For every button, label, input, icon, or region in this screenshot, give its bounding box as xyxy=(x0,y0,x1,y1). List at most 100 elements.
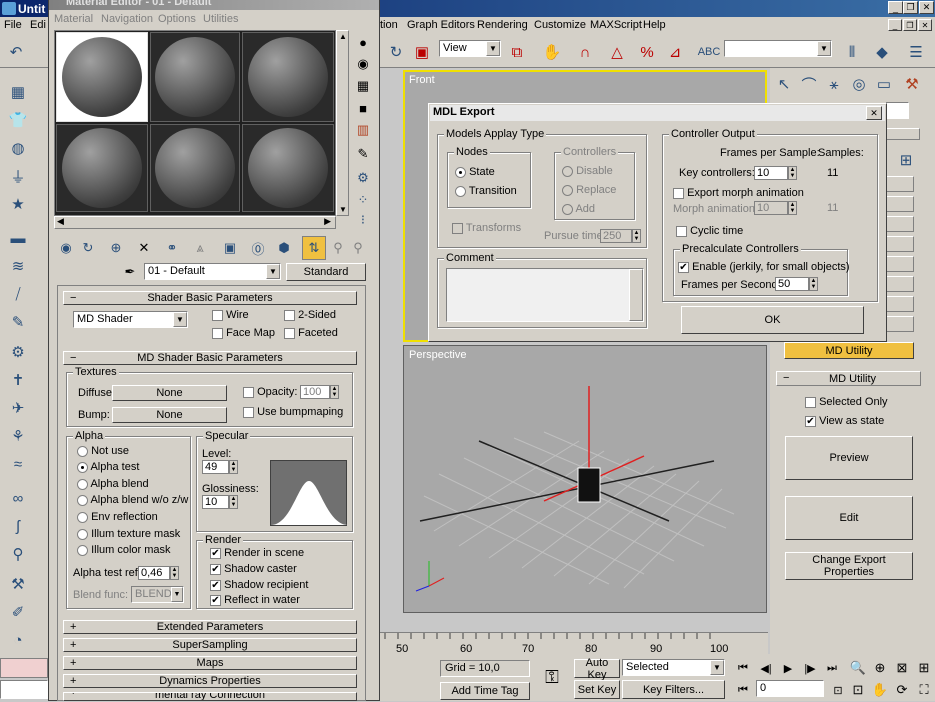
alpha-option-illum-color-mask[interactable]: Illum color mask xyxy=(77,544,171,556)
add-radio[interactable] xyxy=(562,203,573,215)
disable-radio[interactable] xyxy=(562,165,573,177)
put-to-library-icon[interactable]: ⩓ xyxy=(188,236,212,260)
panel-button-slot[interactable] xyxy=(884,276,914,292)
opacity-checkbox[interactable] xyxy=(243,386,254,398)
menu-graph-editors[interactable]: Graph Editors xyxy=(407,19,475,31)
alpha-option-alpha-blend[interactable]: Alpha blend xyxy=(77,478,149,490)
sample-slot[interactable] xyxy=(56,32,148,122)
menu-file[interactable]: File xyxy=(4,19,22,31)
align-icon[interactable]: ◆ xyxy=(870,40,894,64)
alpha-option-not-use[interactable]: Not use xyxy=(77,445,129,457)
options-icon[interactable]: ⚙ xyxy=(351,166,375,190)
panel-field[interactable] xyxy=(886,102,909,119)
current-frame-field[interactable]: 0 xyxy=(756,680,824,697)
go-to-start-icon[interactable]: ⏮ xyxy=(731,656,755,680)
state-radio[interactable] xyxy=(455,166,466,178)
morph-animation-value[interactable]: 10 xyxy=(754,201,788,215)
hierarchy-tab-icon[interactable]: ⚹ xyxy=(822,72,846,96)
bump-map-button[interactable]: None xyxy=(112,407,227,423)
state-option[interactable]: State xyxy=(455,166,495,178)
make-preview-icon[interactable]: ✎ xyxy=(351,142,375,166)
panel-button-slot[interactable] xyxy=(884,316,914,332)
change-export-properties-button[interactable]: Change Export Properties xyxy=(785,552,913,580)
perspective-viewport[interactable] xyxy=(403,345,767,613)
shadow-recipient-checkbox[interactable]: ✔ xyxy=(210,579,221,591)
doc-minimize-button[interactable]: _ xyxy=(888,19,902,31)
spinner-arrows-icon[interactable]: ▲ ▼ xyxy=(788,166,797,180)
view-as-state-checkbox[interactable]: ✔ xyxy=(805,415,816,427)
two-sided-row[interactable]: 2-Sided xyxy=(284,309,336,321)
select-region-icon[interactable]: ▣ xyxy=(410,40,434,64)
disable-option[interactable]: Disable xyxy=(562,165,613,177)
supersampling-rollout[interactable]: + SuperSampling xyxy=(63,638,357,652)
spinner-arrows-icon[interactable]: ▲ ▼ xyxy=(788,201,797,215)
pursue-time-value[interactable]: 250 xyxy=(600,229,632,243)
morph-animation-spinner[interactable]: 10 ▲ ▼ xyxy=(754,201,797,215)
render-in-scene-checkbox[interactable]: ✔ xyxy=(210,547,221,559)
alpha-radio[interactable] xyxy=(77,494,88,506)
comment-textarea[interactable] xyxy=(446,268,644,322)
transition-radio[interactable] xyxy=(455,185,466,197)
pen-icon[interactable]: ✐ xyxy=(6,600,30,624)
extended-parameters-rollout[interactable]: + Extended Parameters xyxy=(63,620,357,634)
percent-snap-icon[interactable]: % xyxy=(635,40,659,64)
close-main-button[interactable]: ✕ xyxy=(919,1,934,14)
utilities-tab-icon[interactable]: ⚒ xyxy=(900,72,924,96)
export-morph-checkbox[interactable] xyxy=(673,187,684,199)
minimize-button[interactable]: _ xyxy=(888,1,903,14)
view-as-state-row[interactable]: ✔ View as state xyxy=(805,415,884,427)
menu-maxscript[interactable]: MAXScript xyxy=(590,19,642,31)
figure-icon[interactable]: ⚘ xyxy=(6,424,30,448)
menu-customize[interactable]: Customize xyxy=(534,19,586,31)
star-icon[interactable]: ★ xyxy=(6,192,30,216)
pivot-icon[interactable]: ⧉ xyxy=(505,40,529,64)
cyclic-time-row[interactable]: Cyclic time xyxy=(676,225,743,237)
faceted-row[interactable]: Faceted xyxy=(284,327,338,339)
face-map-checkbox[interactable] xyxy=(212,327,223,339)
sample-slot[interactable] xyxy=(150,124,240,212)
named-selection-icon[interactable]: ABC xyxy=(697,40,721,64)
alpha-option-alpha-test[interactable]: Alpha test xyxy=(77,461,139,473)
cone-icon[interactable]: ⏚ xyxy=(6,164,30,188)
edit-button[interactable]: Edit xyxy=(785,496,913,540)
shadow-caster-checkbox[interactable]: ✔ xyxy=(210,563,221,575)
stack-icon[interactable]: ≋ xyxy=(6,254,30,278)
add-option[interactable]: Add xyxy=(562,203,595,215)
blend-func-dropdown[interactable]: BLEND ▼ xyxy=(131,586,184,603)
replace-radio[interactable] xyxy=(562,184,573,196)
zoom-extents-all-icon[interactable]: ⊞ xyxy=(912,656,935,680)
mental-ray-connection-rollout[interactable]: + mental ray Connection xyxy=(63,692,357,701)
me-menu-navigation[interactable]: Navigation xyxy=(101,13,153,25)
sample-slot[interactable] xyxy=(242,124,334,212)
spinner-arrows-icon[interactable]: ▲ ▼ xyxy=(229,495,238,509)
shader-dropdown[interactable]: MD Shader ▼ xyxy=(73,311,188,328)
opacity-row[interactable]: Opacity: xyxy=(243,386,297,398)
bone-icon[interactable]: ✝ xyxy=(6,368,30,392)
key-icon[interactable]: ⚿ xyxy=(537,665,567,689)
export-morph-row[interactable]: Export morph animation xyxy=(673,187,804,199)
listener-field[interactable] xyxy=(0,680,48,699)
level-value[interactable]: 49 xyxy=(202,460,229,474)
sample-slots-vertical-scrollbar[interactable]: ▲ ▼ xyxy=(336,30,349,216)
zoom-extents-icon[interactable]: ⊠ xyxy=(890,656,914,680)
next-frame-icon[interactable]: |▶ xyxy=(798,656,822,680)
spinner-arrows-icon[interactable]: ▲ ▼ xyxy=(809,277,818,291)
alpha-radio[interactable] xyxy=(77,511,88,523)
motion-tab-icon[interactable]: ◎ xyxy=(847,72,871,96)
reflect-in-water-row[interactable]: ✔ Reflect in water xyxy=(210,594,300,606)
panel-icon[interactable]: ▬ xyxy=(6,226,30,250)
panel-button-slot[interactable] xyxy=(884,216,914,232)
gear-icon[interactable]: ⚙ xyxy=(6,340,30,364)
pursue-time-spinner[interactable]: 250 ▲ ▼ xyxy=(600,229,641,243)
zoom-icon[interactable]: 🔍 xyxy=(846,656,870,680)
panel-button-slot[interactable] xyxy=(884,176,914,192)
view-dropdown[interactable]: View ▼ xyxy=(439,40,501,57)
field-of-view-icon[interactable]: ⊡ xyxy=(846,678,870,702)
sphere-icon[interactable]: ◍ xyxy=(6,136,30,160)
go-to-parent-icon[interactable]: ⇅ xyxy=(302,236,326,260)
alpha-option-alpha-blend-wo-zw[interactable]: Alpha blend w/o z/w xyxy=(77,494,188,506)
get-material-icon[interactable]: ◉ xyxy=(54,236,78,260)
panel-button-slot[interactable] xyxy=(884,296,914,312)
selected-only-checkbox[interactable] xyxy=(805,396,816,408)
selection-set-dropdown[interactable]: Selected ▼ xyxy=(622,659,725,676)
